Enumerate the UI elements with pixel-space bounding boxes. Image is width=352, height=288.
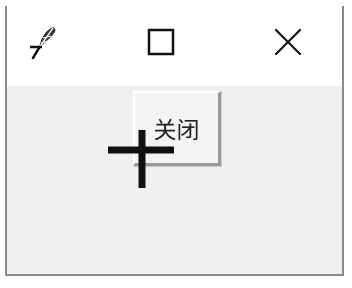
close-window-button[interactable] xyxy=(268,22,308,62)
feather-icon xyxy=(25,22,65,62)
window-content: 关闭 xyxy=(7,86,342,274)
close-button[interactable]: 关闭 xyxy=(133,91,221,166)
maximize-button[interactable] xyxy=(141,22,181,62)
title-bar[interactable] xyxy=(7,6,342,86)
maximize-icon xyxy=(147,28,175,56)
close-icon xyxy=(274,28,302,56)
app-window: 关闭 xyxy=(5,6,344,276)
